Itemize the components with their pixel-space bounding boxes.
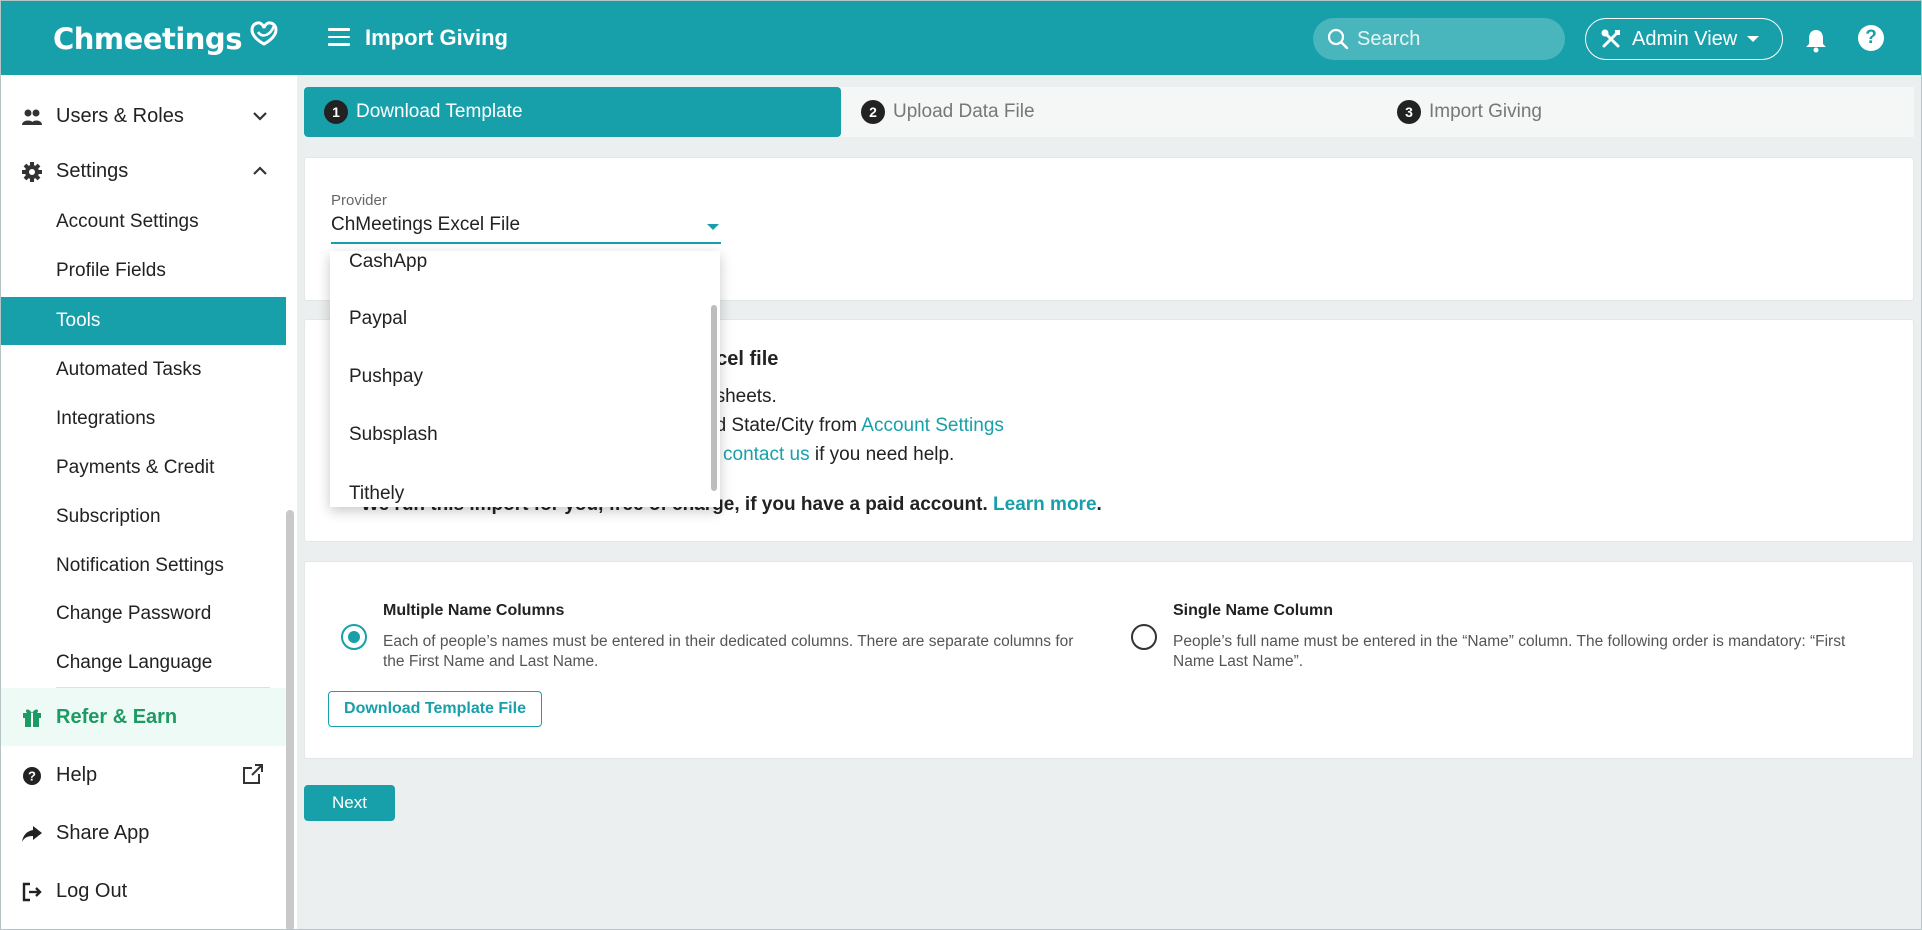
sidebar-item-settings[interactable]: Settings [1, 147, 286, 195]
info-line-2: nd State/City from Account Settings [705, 415, 1004, 437]
name-columns-card: Multiple Name Columns Each of people’s n… [304, 561, 1914, 759]
sidebar-item-label: Share App [56, 821, 150, 844]
radio-single-name-column[interactable] [1131, 624, 1157, 650]
radio-multiple-name-columns[interactable] [341, 624, 367, 650]
sidebar-item-label: Payments & Credit [56, 457, 215, 478]
sidebar-item-account-settings[interactable]: Account Settings [1, 198, 286, 246]
step-label: Upload Data File [893, 101, 1035, 122]
multiple-name-columns-desc: Each of people’s names must be entered i… [383, 633, 1074, 670]
brand-name: Chmeetings [53, 22, 242, 56]
admin-view-dropdown[interactable]: Admin View [1585, 18, 1783, 60]
chevron-up-icon [253, 166, 267, 175]
step-label: Download Template [356, 101, 523, 122]
multiple-name-columns-title: Multiple Name Columns [383, 602, 565, 619]
sidebar-item-label: Help [56, 763, 98, 786]
sidebar-item-users-roles[interactable]: Users & Roles [1, 92, 286, 140]
sidebar-item-label: Automated Tasks [56, 359, 202, 380]
sidebar-item-tools[interactable]: Tools [1, 297, 286, 345]
sidebar-item-subscription[interactable]: Subscription [1, 493, 286, 541]
sidebar-item-help[interactable]: ? Help [1, 751, 286, 799]
external-link-icon [243, 764, 264, 784]
sidebar-item-share-app[interactable]: Share App [1, 809, 286, 857]
account-settings-link[interactable]: Account Settings [861, 415, 1004, 436]
import-stepper: 1 Download Template 2 Upload Data File 3… [304, 87, 1914, 137]
sidebar-item-label: Subscription [56, 506, 161, 527]
users-icon [22, 109, 42, 125]
step-number: 3 [1397, 100, 1421, 124]
sidebar-item-change-language[interactable]: Change Language [1, 639, 286, 687]
sidebar-item-label: Integrations [56, 408, 156, 429]
question-circle-icon: ? [23, 767, 41, 785]
next-button[interactable]: Next [304, 785, 395, 821]
provider-option-cashapp[interactable]: CashApp [349, 251, 427, 273]
sidebar-item-label: Settings [56, 159, 129, 182]
step-label: Import Giving [1429, 101, 1542, 122]
provider-label: Provider [331, 192, 387, 209]
provider-option-paypal[interactable]: Paypal [349, 308, 407, 330]
provider-option-subsplash[interactable]: Subsplash [349, 424, 438, 446]
chevron-down-icon [1747, 36, 1760, 42]
sidebar-item-profile-fields[interactable]: Profile Fields [1, 247, 286, 295]
sidebar-item-label: Tools [56, 310, 101, 331]
gear-icon [22, 162, 42, 182]
provider-option-pushpay[interactable]: Pushpay [349, 366, 423, 388]
sidebar-scrollbar[interactable] [286, 510, 294, 929]
download-template-button[interactable]: Download Template File [328, 691, 542, 727]
search-icon [1327, 28, 1349, 50]
logout-icon [22, 882, 42, 902]
info-line-3-text: if you need help. [809, 444, 955, 465]
step-download-template[interactable]: 1 Download Template [304, 87, 841, 137]
dropdown-caret-icon [707, 224, 719, 230]
provider-selected-value: ChMeetings Excel File [331, 214, 521, 235]
provider-select[interactable]: ChMeetings Excel File [331, 214, 721, 244]
gift-icon [23, 709, 41, 727]
menu-toggle-icon[interactable] [328, 28, 350, 48]
tools-icon [1601, 29, 1620, 48]
search-box[interactable] [1313, 18, 1565, 60]
sidebar-item-log-out[interactable]: Log Out [1, 867, 286, 915]
step-import-giving[interactable]: 3 Import Giving [1397, 87, 1897, 137]
search-input[interactable] [1357, 27, 1557, 51]
learn-more-link[interactable]: Learn more [993, 494, 1096, 515]
single-name-column-title: Single Name Column [1173, 602, 1334, 619]
provider-option-tithely[interactable]: Tithely [349, 483, 404, 505]
step-number: 1 [324, 100, 348, 124]
sidebar-item-payments-credit[interactable]: Payments & Credit [1, 444, 286, 492]
sidebar-item-notification-settings[interactable]: Notification Settings [1, 542, 286, 590]
contact-us-link[interactable]: contact us [723, 444, 810, 465]
sidebar-item-label: Notification Settings [56, 555, 224, 576]
step-upload-data-file[interactable]: 2 Upload Data File [861, 87, 1361, 137]
app-window: Chmeetings Import Giving Admin View [0, 0, 1922, 930]
page-title: Import Giving [365, 25, 508, 50]
sidebar-item-automated-tasks[interactable]: Automated Tasks [1, 346, 286, 394]
paid-import-period: . [1096, 494, 1102, 515]
sidebar-item-label: Change Password [56, 603, 212, 624]
provider-options-list: CashApp Paypal Pushpay Subsplash Tithely [330, 251, 720, 507]
sidebar-item-refer-earn[interactable]: Refer & Earn [1, 688, 286, 746]
brand-logo[interactable]: Chmeetings [53, 19, 282, 59]
chevron-down-icon [253, 112, 267, 121]
sidebar-item-label: Users & Roles [56, 104, 184, 127]
heart-leaf-icon [250, 21, 278, 46]
share-arrow-icon [22, 826, 42, 842]
help-icon[interactable]: ? [1858, 25, 1884, 51]
sidebar: Users & Roles Settings Account Settings … [1, 75, 297, 929]
sidebar-item-label: Change Language [56, 652, 213, 673]
bell-icon[interactable] [1803, 27, 1829, 53]
sidebar-item-label: Refer & Earn [56, 705, 178, 728]
sidebar-item-change-password[interactable]: Change Password [1, 590, 286, 638]
single-name-column-desc: People’s full name must be entered in th… [1173, 633, 1846, 670]
svg-text:?: ? [28, 769, 36, 784]
top-bar: Chmeetings Import Giving Admin View [1, 1, 1921, 75]
info-line-2-text: nd State/City from [705, 415, 862, 436]
dropdown-scrollbar[interactable] [711, 305, 717, 491]
info-line-3: contact us if you need help. [723, 444, 954, 466]
step-number: 2 [861, 100, 885, 124]
admin-view-label: Admin View [1632, 27, 1738, 50]
sidebar-item-label: Account Settings [56, 211, 199, 232]
sidebar-item-label: Log Out [56, 879, 128, 902]
sidebar-item-integrations[interactable]: Integrations [1, 395, 286, 443]
sidebar-item-label: Profile Fields [56, 260, 166, 281]
